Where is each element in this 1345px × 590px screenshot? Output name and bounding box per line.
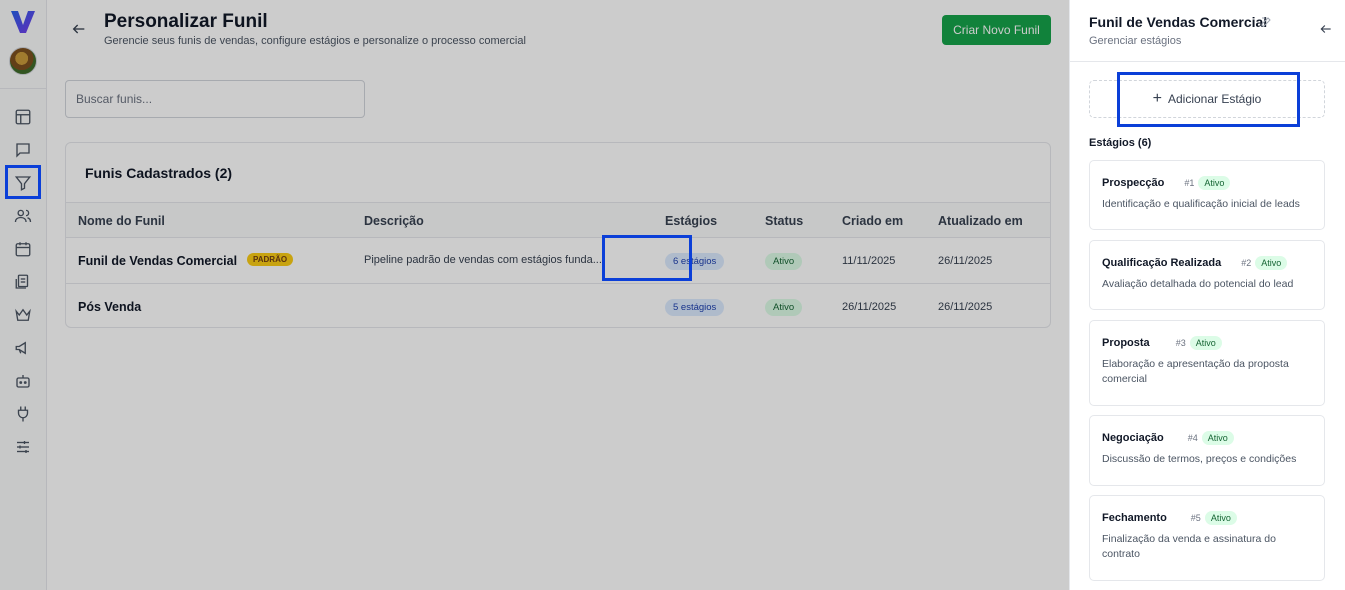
close-panel-arrow-icon[interactable]: [1319, 22, 1333, 36]
stage-card[interactable]: Prospecção #1 Ativo Identificação e qual…: [1089, 160, 1325, 230]
stage-number: #2: [1241, 258, 1252, 268]
stage-name: Negociação: [1102, 432, 1164, 444]
stages-side-panel: Funil de Vendas Comercial Gerenciar está…: [1069, 0, 1345, 590]
stage-description: Identificação e qualificação inicial de …: [1102, 198, 1300, 210]
stage-status-badge: Ativo: [1204, 511, 1237, 525]
highlight-add-stage: [1117, 72, 1300, 127]
stage-name: Prospecção: [1102, 177, 1165, 189]
stage-status-badge: Ativo: [1255, 256, 1288, 270]
stage-status-badge: Ativo: [1198, 176, 1231, 190]
stage-name: Fechamento: [1102, 512, 1167, 524]
stage-number: #4: [1187, 433, 1198, 443]
stage-number: #3: [1175, 338, 1186, 348]
stage-card[interactable]: Fechamento #5 Ativo Finalização da venda…: [1089, 495, 1325, 581]
panel-title: Funil de Vendas Comercial: [1089, 14, 1268, 30]
stage-description: Avaliação detalhada do potencial do lead: [1102, 278, 1294, 290]
panel-subtitle: Gerenciar estágios: [1089, 35, 1182, 47]
stage-description: Discussão de termos, preços e condições: [1102, 453, 1297, 465]
stage-name: Qualificação Realizada: [1102, 257, 1222, 269]
stage-card[interactable]: Qualificação Realizada #2 Ativo Avaliaçã…: [1089, 240, 1325, 310]
stage-description: Elaboração e apresentação da proposta co…: [1102, 358, 1289, 385]
stage-number: #5: [1190, 513, 1201, 523]
stage-status-badge: Ativo: [1189, 336, 1222, 350]
stage-number: #1: [1184, 178, 1195, 188]
edit-icon[interactable]: [1260, 15, 1272, 27]
stage-status-badge: Ativo: [1201, 431, 1234, 445]
stages-count-label: Estágios (6): [1089, 137, 1152, 149]
stage-card[interactable]: Negociação #4 Ativo Discussão de termos,…: [1089, 415, 1325, 486]
panel-divider: [1070, 61, 1345, 62]
highlight-stages-badge: [602, 235, 692, 281]
highlight-funnel-nav: [5, 165, 41, 199]
stage-name: Proposta: [1102, 337, 1150, 349]
modal-overlay[interactable]: [0, 0, 1069, 590]
stage-description: Finalização da venda e assinatura do con…: [1102, 533, 1276, 560]
stage-card[interactable]: Proposta #3 Ativo Elaboração e apresenta…: [1089, 320, 1325, 406]
